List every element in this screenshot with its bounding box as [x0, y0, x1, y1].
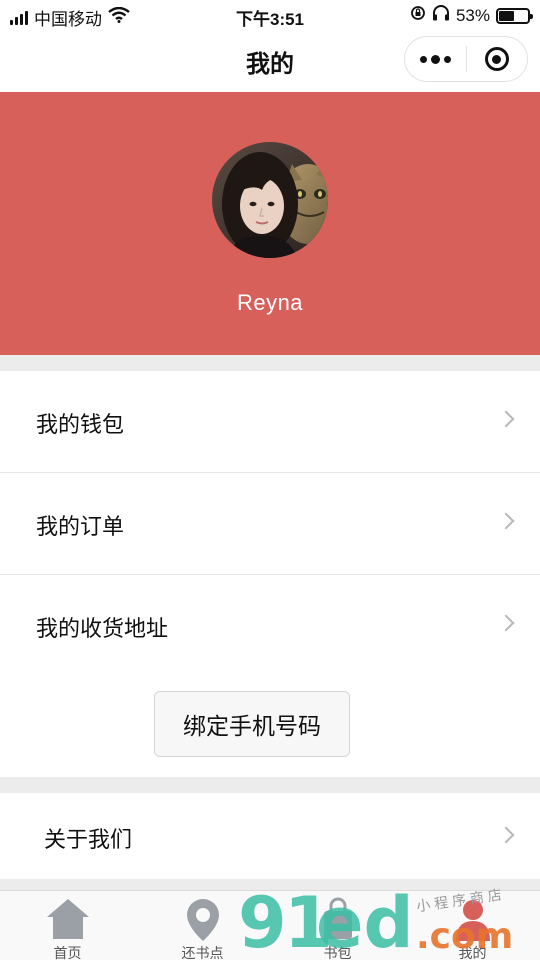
section-gap	[0, 355, 540, 371]
chevron-right-icon	[497, 826, 515, 844]
bag-icon	[318, 897, 358, 946]
status-bar: 中国移动 下午3:51 53%	[0, 0, 540, 30]
menu-item-orders[interactable]: 我的订单	[0, 473, 540, 575]
menu-item-label: 我的收货地址	[36, 616, 169, 641]
menu-item-label: 我的钱包	[36, 412, 125, 437]
menu-item-label: 关于我们	[44, 827, 133, 852]
tab-bar: 首页 还书点 书包 我的	[0, 890, 540, 960]
tab-mine[interactable]: 我的	[405, 891, 540, 960]
target-icon	[484, 47, 509, 71]
avatar[interactable]	[212, 142, 328, 258]
username: Reyna	[236, 290, 304, 315]
page: 中国移动 下午3:51 53% 我的 Reyna 我的钱包 我的订单 我的收货地…	[0, 0, 540, 960]
tab-return-point[interactable]: 还书点	[135, 891, 270, 960]
headphones-icon	[432, 5, 450, 26]
battery-icon	[496, 7, 533, 24]
profile-header: Reyna	[0, 92, 540, 355]
more-dots-icon[interactable]	[405, 37, 466, 81]
menu-item-wallet[interactable]: 我的钱包	[0, 371, 540, 473]
close-button[interactable]	[467, 37, 527, 81]
bind-phone-button[interactable]: 绑定手机号码	[154, 691, 350, 757]
tab-label: 书包	[323, 945, 352, 960]
home-icon	[45, 897, 91, 946]
tab-label: 还书点	[181, 945, 224, 960]
section-gap	[0, 777, 540, 793]
tab-home[interactable]: 首页	[0, 891, 135, 960]
battery-fill	[499, 10, 514, 21]
nav-bar: 我的	[0, 30, 540, 92]
chevron-right-icon	[497, 410, 515, 428]
tab-label: 首页	[53, 945, 82, 960]
bind-phone-section: 绑定手机号码	[0, 662, 540, 777]
status-right: 53%	[410, 5, 533, 26]
chevron-right-icon	[497, 512, 515, 530]
chevron-right-icon	[497, 614, 515, 632]
tab-bag[interactable]: 书包	[270, 891, 405, 960]
rotation-lock-icon	[410, 5, 426, 26]
menu-item-label: 我的订单	[36, 514, 125, 539]
tab-label: 我的	[458, 945, 487, 960]
battery-percent: 53%	[455, 5, 490, 25]
person-icon	[453, 897, 493, 946]
mini-program-capsule	[404, 36, 528, 82]
section-gap	[0, 879, 540, 890]
location-pin-icon	[183, 897, 223, 948]
menu-item-about[interactable]: 关于我们	[0, 793, 540, 879]
